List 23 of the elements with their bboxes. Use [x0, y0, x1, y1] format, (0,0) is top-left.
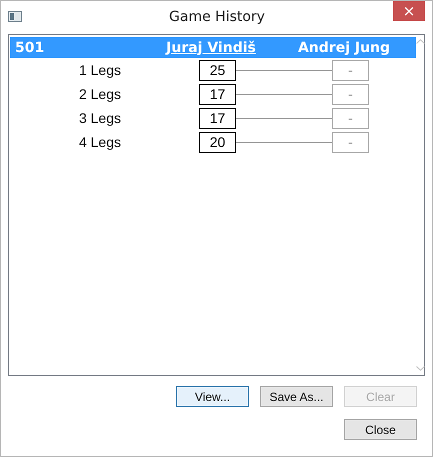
score-box: 20 [199, 132, 236, 152]
close-button[interactable]: Close [344, 419, 417, 440]
player-name[interactable]: Juraj Vindiš [166, 40, 256, 56]
scroll-up-icon[interactable] [416, 39, 425, 44]
leg-label: 1 Legs [78, 62, 121, 78]
leg-label: 4 Legs [78, 134, 121, 150]
dialog-button[interactable]: View... [176, 386, 249, 407]
dialog-button[interactable]: Save As... [260, 386, 333, 407]
scroll-down-icon[interactable] [416, 366, 425, 371]
score-box: - [332, 108, 369, 128]
window-title: Game History [169, 8, 265, 24]
player-name[interactable]: Andrej Jung [298, 40, 390, 56]
leg-label: 3 Legs [78, 110, 121, 126]
leg-label: 2 Legs [78, 86, 121, 102]
game-type: 501 [14, 40, 46, 56]
score-box: 17 [199, 84, 236, 104]
app-icon [8, 11, 22, 22]
score-box: 25 [199, 60, 236, 80]
close-icon[interactable]: × [393, 1, 425, 21]
score-box: - [332, 132, 369, 152]
score-box: - [332, 60, 369, 80]
score-box: - [332, 84, 369, 104]
score-box: 17 [199, 108, 236, 128]
